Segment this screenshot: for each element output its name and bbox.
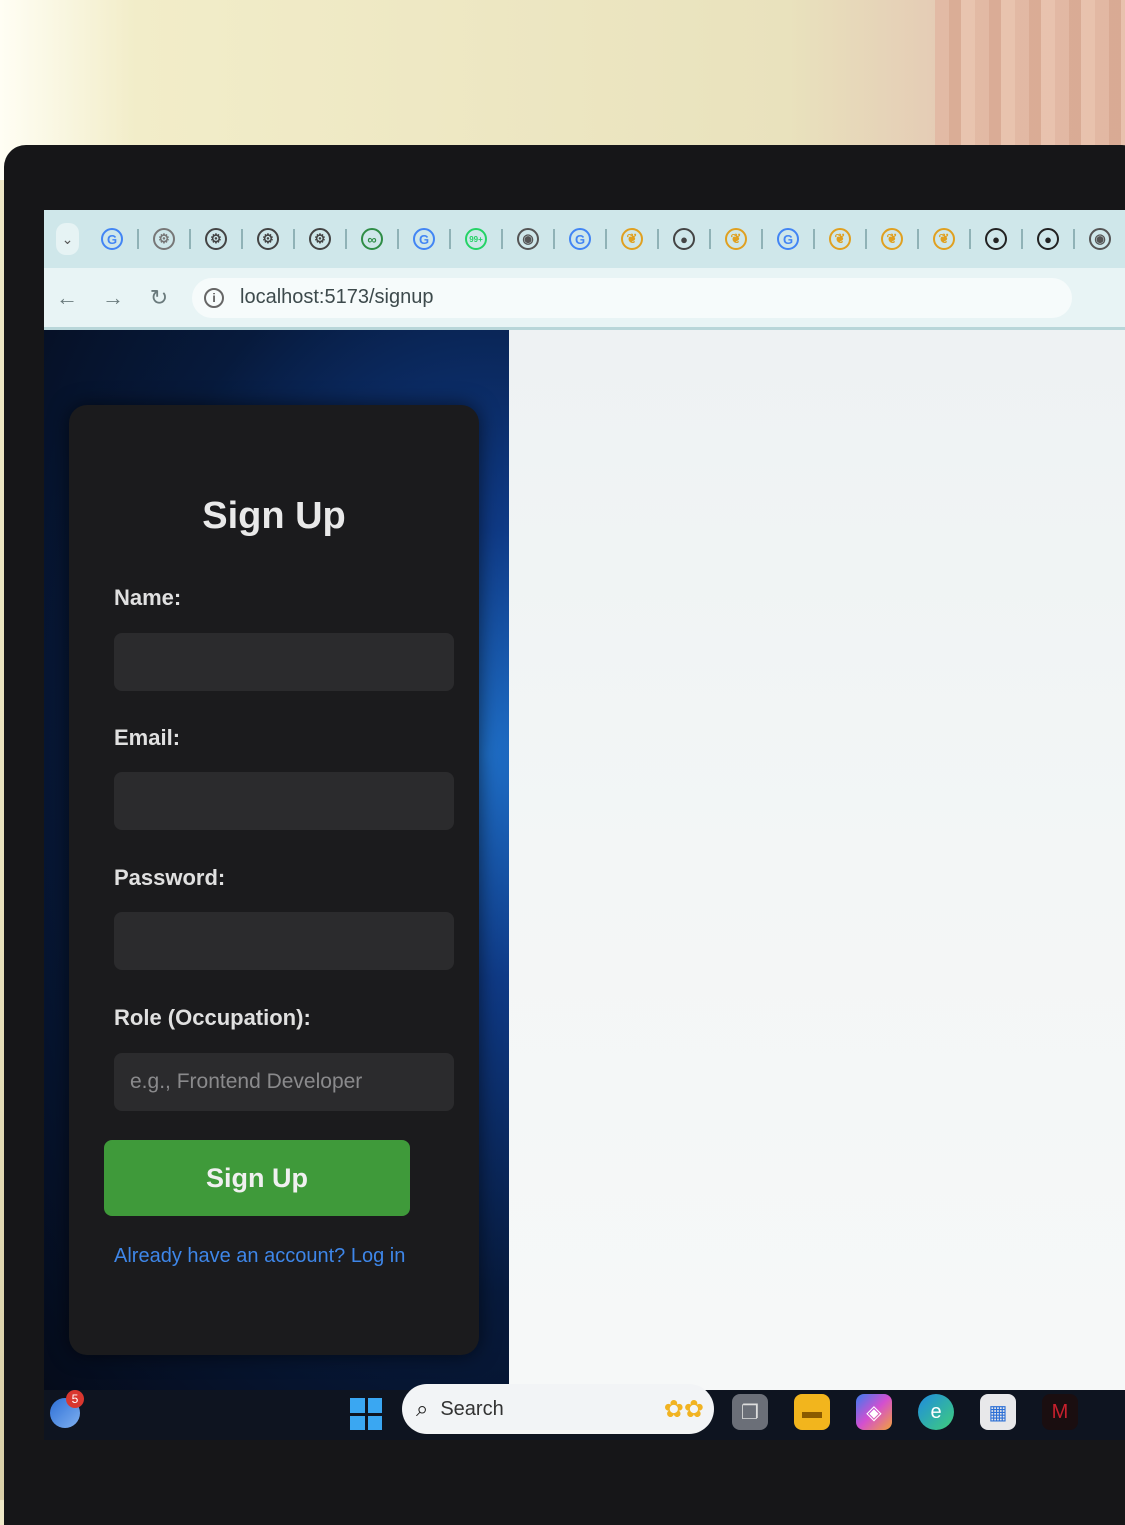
login-link[interactable]: Already have an account? Log in <box>114 1245 405 1268</box>
tab-list: G ⚙ ⚙ ⚙ ⚙ ∞ G 99+ ◉ G ❦ ● ❦ G ❦ ❦ ❦ ● ● ◉ <box>87 228 1125 250</box>
tab-search-dropdown[interactable]: ⌄ <box>56 223 79 255</box>
pin-icon[interactable]: ❦ <box>881 228 903 250</box>
tab-separator <box>761 229 763 249</box>
back-button[interactable]: ← <box>44 285 90 311</box>
email-field[interactable] <box>114 772 454 830</box>
password-label: Password: <box>114 865 226 890</box>
store-icon[interactable]: ▦ <box>980 1394 1016 1430</box>
notification-badge: 5 <box>66 1390 84 1408</box>
left-background-panel: Sign Up Name: Email: Password: Role (Occ… <box>44 330 509 1390</box>
tab-separator <box>189 229 191 249</box>
tab-separator <box>501 229 503 249</box>
name-label: Name: <box>114 585 182 610</box>
role-label: Role (Occupation): <box>114 1005 311 1030</box>
tab-separator <box>397 229 399 249</box>
search-label: Search <box>440 1397 504 1420</box>
site-info-icon[interactable]: i <box>204 287 224 308</box>
geeksforgeeks-icon[interactable]: ∞ <box>361 228 383 250</box>
tab-separator <box>449 229 451 249</box>
flowers-icon: ✿✿ <box>663 1395 704 1423</box>
chrome-icon[interactable]: ◉ <box>517 228 539 250</box>
url-field[interactable]: i localhost:5173/signup <box>192 277 1072 318</box>
chatgpt-icon[interactable]: ⚙ <box>257 228 279 250</box>
url-text: localhost:5173/signup <box>240 286 434 308</box>
signup-button[interactable]: Sign Up <box>104 1140 410 1216</box>
google-icon[interactable]: G <box>777 228 799 250</box>
page-title: Sign Up <box>202 495 346 537</box>
file-explorer-icon[interactable]: ▬ <box>794 1394 830 1430</box>
google-icon[interactable]: G <box>413 228 435 250</box>
taskbar: 5 ⌕ Search ✿✿ ❐ ▬ ◈ e ▦ M <box>44 1384 1125 1440</box>
address-bar: ← → ↻ i localhost:5173/signup <box>44 268 1125 330</box>
globe-icon[interactable]: ● <box>673 228 695 250</box>
forward-button[interactable]: → <box>90 285 136 311</box>
tab-strip: ⌄ G ⚙ ⚙ ⚙ ⚙ ∞ G 99+ ◉ G ❦ ● ❦ G ❦ ❦ ❦ ● ● ◉ <box>44 210 1125 268</box>
pin-icon[interactable]: ❦ <box>933 228 955 250</box>
whatsapp-icon[interactable]: 99+ <box>465 228 487 250</box>
arrow-left-icon: ← <box>56 284 78 310</box>
mongodb-icon[interactable]: ● <box>1037 228 1059 250</box>
page-content: Sign Up Name: Email: Password: Role (Occ… <box>44 330 1125 1390</box>
tab-separator <box>969 229 971 249</box>
email-label: Email: <box>114 725 181 750</box>
windows-start-icon[interactable] <box>350 1398 382 1430</box>
chrome-icon[interactable]: ◉ <box>1089 228 1111 250</box>
tab-separator <box>657 229 659 249</box>
google-icon[interactable]: G <box>569 228 591 250</box>
tab-separator <box>241 229 243 249</box>
reload-button[interactable]: ↻ <box>136 285 182 311</box>
tab-separator <box>1021 229 1023 249</box>
laptop-screen: ⌄ G ⚙ ⚙ ⚙ ⚙ ∞ G 99+ ◉ G ❦ ● ❦ G ❦ ❦ ❦ ● ● ◉ ← → ↻ i localho… <box>44 210 1125 1440</box>
chatgpt-icon[interactable]: ⚙ <box>153 228 175 250</box>
mongodb-icon[interactable]: ● <box>985 228 1007 250</box>
pin-icon[interactable]: ❦ <box>621 228 643 250</box>
edge-icon[interactable]: e <box>918 1394 954 1430</box>
pin-icon[interactable]: ❦ <box>829 228 851 250</box>
name-field[interactable] <box>114 633 454 691</box>
right-blank-panel <box>509 330 1125 1390</box>
tab-separator <box>813 229 815 249</box>
tab-separator <box>553 229 555 249</box>
task-view-icon[interactable]: ❐ <box>732 1394 768 1430</box>
mcafee-icon[interactable]: M <box>1042 1394 1078 1430</box>
tab-separator <box>605 229 607 249</box>
pin-icon[interactable]: ❦ <box>725 228 747 250</box>
copilot-icon[interactable]: ◈ <box>856 1394 892 1430</box>
chatgpt-icon[interactable]: ⚙ <box>205 228 227 250</box>
tab-separator <box>1073 229 1075 249</box>
chatgpt-icon[interactable]: ⚙ <box>309 228 331 250</box>
tab-separator <box>709 229 711 249</box>
arrow-right-icon: → <box>102 284 124 310</box>
tab-separator <box>865 229 867 249</box>
reload-icon: ↻ <box>149 284 169 310</box>
role-field[interactable] <box>114 1053 454 1111</box>
signup-card: Sign Up Name: Email: Password: Role (Occ… <box>69 405 479 1355</box>
tab-separator <box>345 229 347 249</box>
taskbar-search[interactable]: ⌕ Search ✿✿ <box>402 1384 714 1434</box>
chevron-down-icon: ⌄ <box>61 230 74 247</box>
tab-separator <box>917 229 919 249</box>
tab-separator <box>137 229 139 249</box>
password-field[interactable] <box>114 912 454 970</box>
tab-separator <box>293 229 295 249</box>
search-icon: ⌕ <box>416 1396 429 1421</box>
google-icon[interactable]: G <box>101 228 123 250</box>
